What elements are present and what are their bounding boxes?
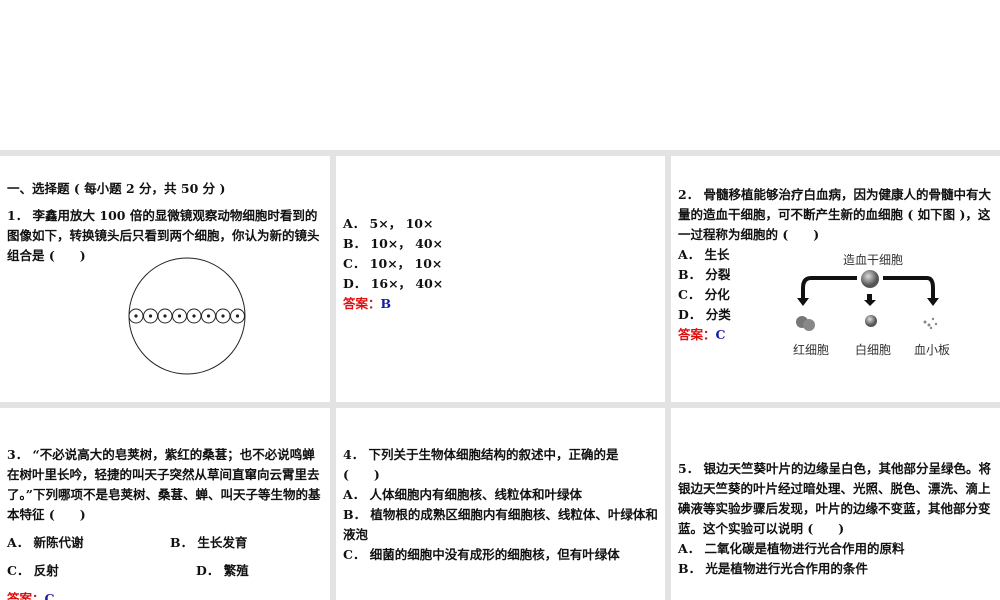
option-b[interactable]: B． 光是植物进行光合作用的条件 bbox=[678, 559, 993, 579]
microscope-field-figure bbox=[128, 257, 246, 375]
question-4-panel: 4． 下列关于生物体细胞结构的叙述中，正确的是 ( ) A． 人体细胞内有细胞核… bbox=[336, 408, 665, 600]
option-a[interactable]: A． 5×， 10× bbox=[343, 214, 658, 234]
answer-value: B bbox=[380, 296, 392, 311]
option-a[interactable]: A． 新陈代谢 bbox=[7, 533, 84, 553]
option-a[interactable]: A． 二氧化碳是植物进行光合作用的原料 bbox=[678, 539, 993, 559]
differentiation-arrows bbox=[796, 270, 939, 331]
cell-nucleus bbox=[192, 314, 196, 318]
question-text: 2． 骨髓移植能够治疗白血病，因为健康人的骨髓中有大量的造血干细胞，可不断产生新… bbox=[678, 187, 992, 242]
question-text: 4． 下列关于生物体细胞结构的叙述中，正确的是 ( ) bbox=[343, 447, 619, 482]
platelet-label: 血小板 bbox=[914, 343, 951, 357]
section-title: 一、选择题 ( 每小题 2 分，共 50 分 ) bbox=[7, 181, 226, 196]
answer-label: 答案： bbox=[678, 327, 716, 342]
option-a[interactable]: A． 人体细胞内有细胞核、线粒体和叶绿体 bbox=[343, 485, 658, 505]
cell-nucleus bbox=[206, 314, 211, 318]
cell-nucleus bbox=[163, 314, 167, 318]
question-text: 3． “不必说高大的皂荚树，紫红的桑葚；也不必说鸣蝉在树叶里长吟，轻捷的叫天子突… bbox=[7, 447, 321, 522]
red-blood-cell-label: 红细胞 bbox=[793, 343, 830, 357]
cell-nucleus bbox=[177, 314, 182, 318]
answer-label: 答案： bbox=[343, 296, 381, 311]
answer-value: C bbox=[44, 591, 55, 600]
cell-nucleus bbox=[134, 314, 138, 318]
question-3-panel: 3． “不必说高大的皂荚树，紫红的桑葚；也不必说鸣蝉在树叶里长吟，轻捷的叫天子突… bbox=[0, 408, 330, 600]
question-text: 5． 银边天竺葵叶片的边缘呈白色，其他部分呈绿色。将银边天竺葵的叶片经过暗处理、… bbox=[678, 461, 992, 536]
white-blood-cell-label: 白细胞 bbox=[855, 343, 892, 357]
cell-nucleus bbox=[235, 314, 240, 318]
option-b[interactable]: B． 10×， 40× bbox=[343, 234, 658, 254]
cell-nucleus bbox=[221, 314, 225, 318]
answer: 答案：C bbox=[7, 589, 323, 600]
question-1-panel: 一、选择题 ( 每小题 2 分，共 50 分 ) 1． 李鑫用放大 100 倍的… bbox=[0, 156, 330, 402]
option-d[interactable]: D． 繁殖 bbox=[196, 561, 249, 581]
blood-cell-diagram: 造血干细胞 红细胞 白细胞 血小板 bbox=[781, 250, 971, 360]
question-5-panel: 5． 银边天竺葵叶片的边缘呈白色，其他部分呈绿色。将银边天竺葵的叶片经过暗处理、… bbox=[671, 408, 1000, 600]
answer: 答案：B bbox=[343, 294, 658, 314]
option-c[interactable]: C． 10×， 10× bbox=[343, 254, 658, 274]
stem-cell-icon bbox=[861, 270, 879, 288]
answer-label: 答案： bbox=[7, 591, 45, 600]
answer-value: C bbox=[715, 327, 726, 342]
option-c[interactable]: C． 细菌的细胞中没有成形的细胞核，但有叶绿体 bbox=[343, 545, 658, 565]
question-2-panel: 2． 骨髓移植能够治疗白血病，因为健康人的骨髓中有大量的造血干细胞，可不断产生新… bbox=[671, 156, 1000, 402]
option-d[interactable]: D． 16×， 40× bbox=[343, 274, 658, 294]
option-b[interactable]: B． 生长发育 bbox=[170, 533, 247, 553]
option-b[interactable]: B． 植物根的成熟区细胞内有细胞核、线粒体、叶绿体和液泡 bbox=[343, 505, 658, 545]
cell-nucleus bbox=[148, 314, 153, 318]
question-1-options-panel: A． 5×， 10× B． 10×， 40× C． 10×， 10× D． 16… bbox=[336, 156, 665, 402]
option-c[interactable]: C． 反射 bbox=[7, 561, 59, 581]
